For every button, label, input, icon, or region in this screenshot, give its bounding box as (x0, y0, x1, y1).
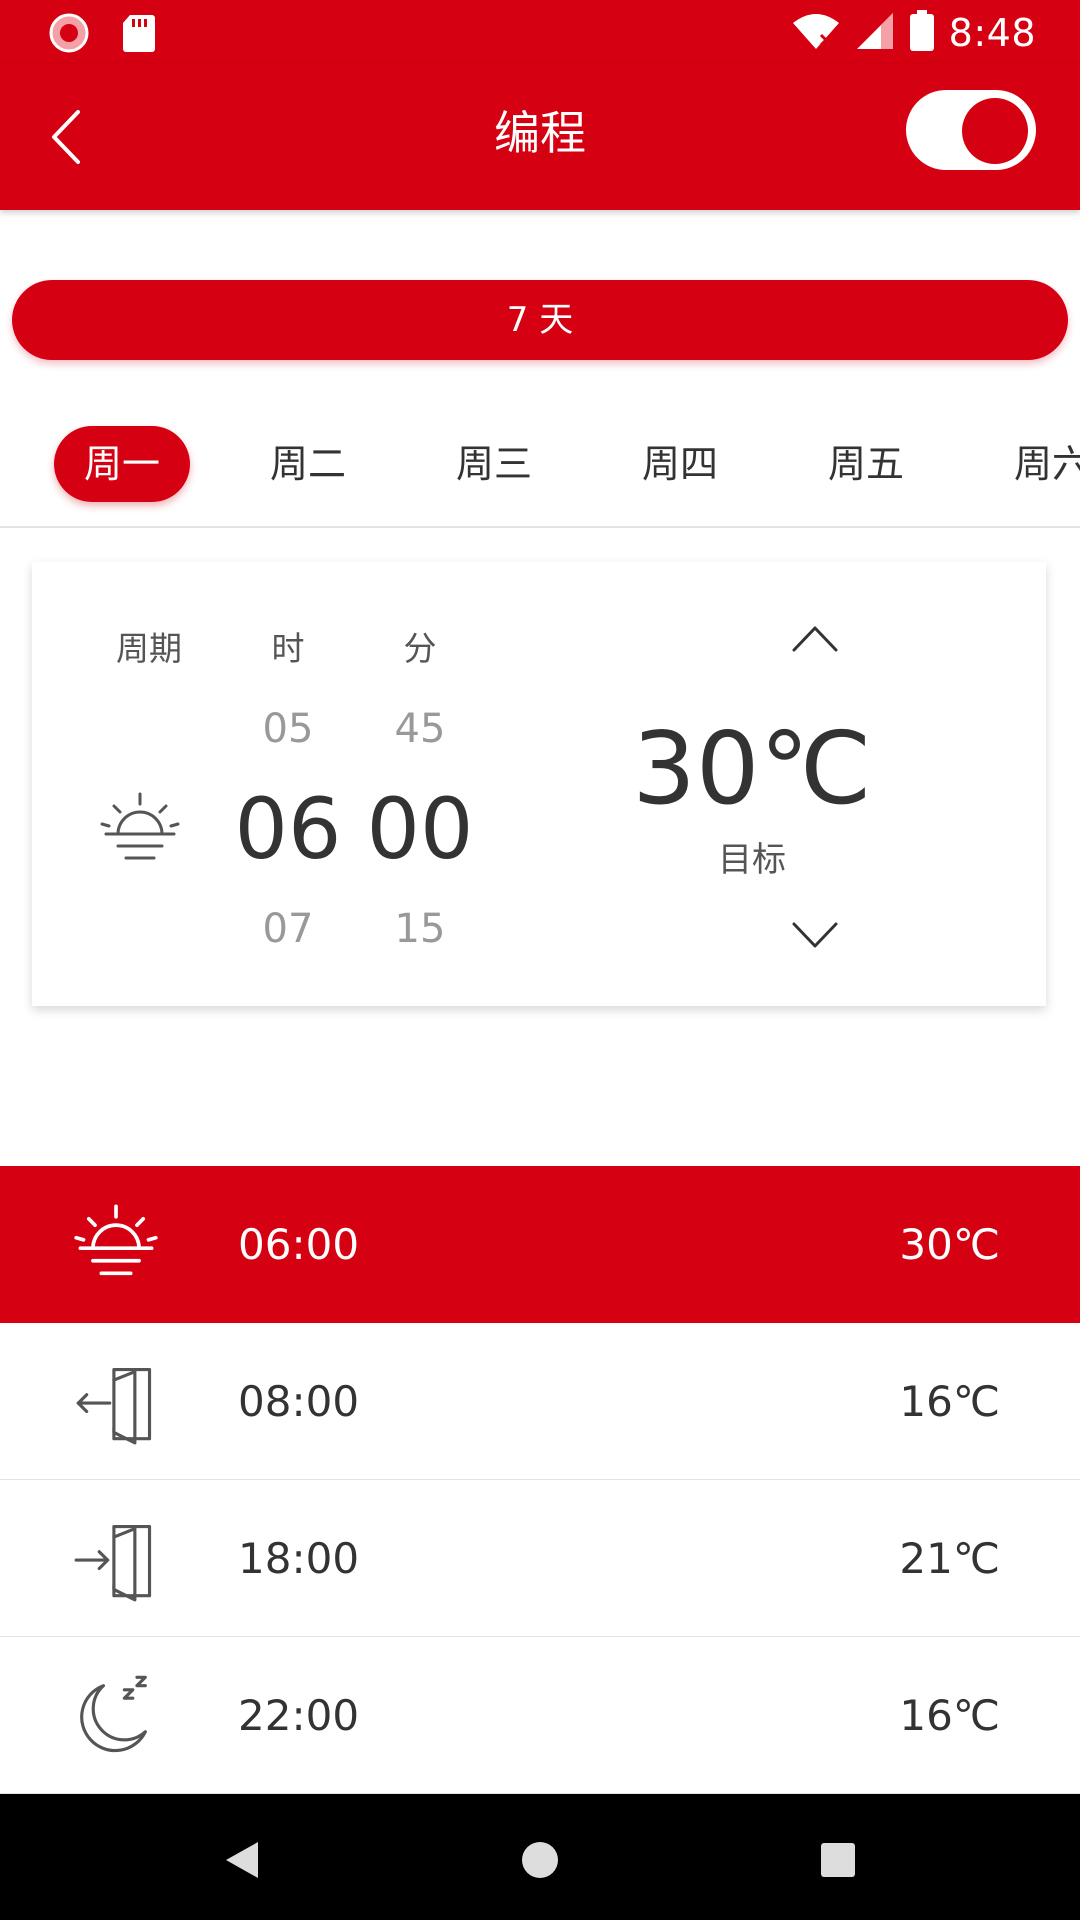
tab-wednesday[interactable]: 周三 (434, 426, 554, 502)
day-tabs: 周一 周二 周三 周四 周五 周六 (0, 420, 1080, 528)
app-bar: 编程 (0, 64, 1080, 210)
tab-thursday[interactable]: 周四 (620, 426, 740, 502)
schedule-time: 08:00 (238, 1377, 360, 1426)
schedule-row-sleep[interactable]: 22:00 16℃ (0, 1637, 1080, 1794)
recents-square-icon[interactable] (808, 1830, 868, 1890)
schedule-temperature: 16℃ (899, 1377, 1000, 1426)
schedule-time: 06:00 (238, 1220, 360, 1269)
tab-tuesday[interactable]: 周二 (248, 426, 368, 502)
schedule-enable-toggle[interactable] (906, 90, 1036, 170)
minute-column-header: 分 (403, 629, 437, 668)
hour-column-header: 时 (271, 629, 305, 668)
cell-signal-icon (855, 11, 895, 55)
return-home-icon (74, 1525, 152, 1602)
status-time: 8:48 (948, 11, 1036, 55)
battery-icon (909, 10, 935, 56)
minute-current[interactable]: 00 (350, 780, 490, 878)
schedule-row-wake[interactable]: 06:00 30℃ (0, 1166, 1080, 1323)
tab-monday[interactable]: 周一 (54, 426, 190, 502)
schedule-time: 22:00 (238, 1691, 360, 1740)
back-triangle-icon[interactable] (212, 1830, 272, 1890)
app-notification-icon (48, 12, 90, 58)
hour-current[interactable]: 06 (218, 780, 358, 878)
tab-friday[interactable]: 周五 (806, 426, 926, 502)
tab-saturday[interactable]: 周六 (1014, 426, 1080, 502)
hour-prev[interactable]: 05 (238, 706, 338, 752)
schedule-row-return[interactable]: 18:00 21℃ (0, 1480, 1080, 1637)
schedule-row-leave[interactable]: 08:00 16℃ (0, 1323, 1080, 1480)
wifi-icon (791, 11, 841, 55)
sleep-moon-icon (80, 1675, 147, 1753)
schedule-editor-card: 周期 时 分 05 06 07 45 00 15 30℃ 目标 (32, 562, 1046, 1006)
chevron-up-icon[interactable] (790, 622, 840, 656)
chevron-down-icon[interactable] (790, 918, 840, 952)
sunrise-icon (74, 1204, 158, 1276)
minute-next[interactable]: 15 (370, 906, 470, 952)
schedule-temperature: 16℃ (899, 1691, 1000, 1740)
home-circle-icon[interactable] (510, 1830, 570, 1890)
leave-home-icon (76, 1368, 152, 1445)
toggle-knob (962, 98, 1028, 164)
minute-prev[interactable]: 45 (370, 706, 470, 752)
system-navigation-bar (0, 1794, 1080, 1920)
status-bar: 8:48 (0, 0, 1080, 64)
schedule-temperature: 30℃ (899, 1220, 1000, 1269)
target-temperature-label: 目标 (718, 840, 786, 880)
schedule-temperature: 21℃ (899, 1534, 1000, 1583)
sunrise-icon[interactable] (98, 788, 182, 872)
sd-card-icon (122, 13, 156, 57)
period-selector-button[interactable]: 7 天 (12, 280, 1068, 360)
hour-next[interactable]: 07 (238, 906, 338, 952)
target-temperature-value: 30℃ (632, 710, 872, 827)
period-column-header: 周期 (116, 629, 182, 668)
schedule-time: 18:00 (238, 1534, 360, 1583)
